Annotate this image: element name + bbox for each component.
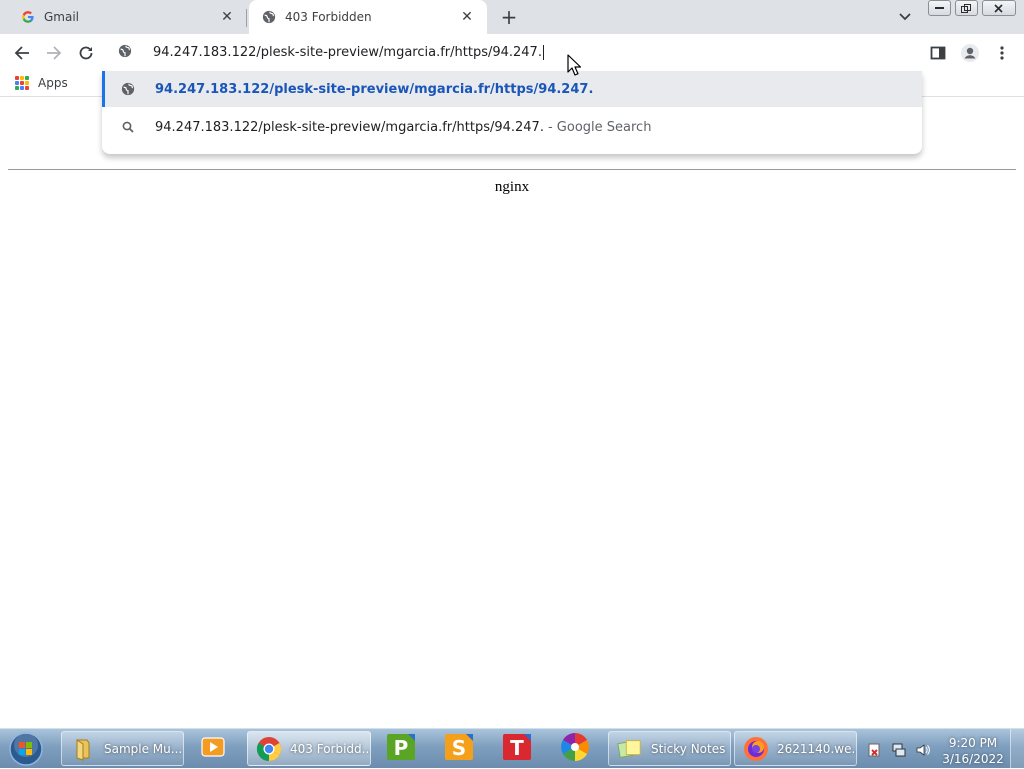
taskbar-item-media-player[interactable]: [186, 731, 240, 766]
taskbar-item-firefox[interactable]: 2621140.we...: [734, 731, 857, 766]
text-caret: [542, 44, 544, 60]
clock-time: 9:20 PM: [948, 736, 998, 750]
side-panel-icon: [930, 46, 946, 60]
suggestion-search[interactable]: 94.247.183.122/plesk-site-preview/mgarci…: [102, 109, 922, 145]
taskbar-item-text-editor[interactable]: T: [490, 731, 544, 766]
taskbar-item-publisher[interactable]: P: [374, 731, 428, 766]
avatar-icon: [961, 44, 979, 62]
address-text: 94.247.183.122/plesk-site-preview/mgarci…: [153, 44, 542, 60]
mouse-cursor-icon: [567, 54, 581, 76]
system-tray: 9:20 PM 3/16/2022: [860, 731, 1020, 767]
suggestion-text: 94.247.183.122/plesk-site-preview/mgarci…: [155, 81, 594, 97]
clock-date: 3/16/2022: [942, 752, 1004, 766]
kebab-menu-icon: [1000, 46, 1004, 60]
profile-button[interactable]: [957, 40, 983, 66]
taskbar-item-spreadsheet[interactable]: S: [432, 731, 486, 766]
reload-icon: [79, 46, 93, 60]
svg-text:S: S: [452, 736, 466, 760]
address-input[interactable]: 94.247.183.122/plesk-site-preview/mgarci…: [153, 44, 544, 60]
folder-icon: [70, 736, 96, 762]
taskbar-item-label: 2621140.we...: [777, 741, 857, 756]
window-controls: [928, 0, 1020, 18]
media-player-icon: [200, 735, 226, 763]
sticky-notes-icon: [617, 736, 643, 762]
tab-gmail[interactable]: Gmail ✕: [0, 0, 247, 34]
taskbar-item-folder[interactable]: Sample Mu...: [61, 731, 184, 766]
apps-grid-icon: [15, 76, 29, 90]
taskbar-item-chrome[interactable]: 403 Forbidd...: [247, 731, 371, 766]
svg-text:P: P: [394, 736, 409, 760]
server-signature: nginx: [494, 179, 530, 195]
taskbar-item-label: Sample Mu...: [104, 741, 183, 756]
show-desktop-button[interactable]: [1010, 729, 1024, 769]
windows-orb-icon: [9, 732, 43, 766]
side-panel-button[interactable]: [925, 40, 951, 66]
page-content: nginx: [0, 98, 1024, 728]
tab-title: Gmail: [44, 10, 80, 24]
close-icon[interactable]: ✕: [457, 7, 477, 27]
search-icon: [120, 119, 136, 135]
menu-button[interactable]: [989, 40, 1015, 66]
browser-toolbar: 94.247.183.122/plesk-site-preview/mgarci…: [0, 34, 1024, 71]
suggestion-url[interactable]: 94.247.183.122/plesk-site-preview/mgarci…: [102, 71, 922, 107]
globe-icon: [120, 81, 136, 97]
horizontal-rule: [8, 169, 1016, 170]
apps-label: Apps: [38, 76, 68, 90]
address-bar[interactable]: 94.247.183.122/plesk-site-preview/mgarci…: [103, 34, 921, 70]
taskbar-item-label: 403 Forbidd...: [290, 741, 371, 756]
window-close-button[interactable]: [981, 0, 1016, 16]
chevron-down-icon[interactable]: [895, 7, 915, 27]
suggestion-suffix: - Google Search: [547, 119, 652, 135]
network-icon[interactable]: [892, 743, 906, 757]
volume-icon[interactable]: [916, 743, 930, 757]
arrow-right-icon: [47, 46, 62, 60]
taskbar-item-pinwheel[interactable]: [548, 731, 602, 766]
omnibox-suggestions: 94.247.183.122/plesk-site-preview/mgarci…: [102, 71, 922, 154]
sheets-icon: S: [444, 733, 474, 765]
clock[interactable]: 9:20 PM 3/16/2022: [940, 735, 1006, 767]
pinwheel-icon: [560, 732, 590, 766]
firefox-icon: [743, 736, 769, 762]
tab-title: 403 Forbidden: [285, 10, 372, 24]
back-button[interactable]: [9, 40, 35, 66]
new-tab-button[interactable]: +: [498, 5, 520, 29]
apps-bookmark[interactable]: Apps: [15, 76, 68, 90]
tab-separator: [246, 9, 247, 27]
close-icon[interactable]: ✕: [217, 7, 237, 27]
suggestion-text: 94.247.183.122/plesk-site-preview/mgarci…: [155, 119, 544, 135]
chrome-icon: [256, 736, 282, 762]
taskbar-item-label: Sticky Notes: [651, 741, 726, 756]
globe-icon: [261, 9, 277, 25]
google-g-icon: [20, 9, 36, 25]
start-button[interactable]: [6, 732, 46, 766]
taskbar: Sample Mu... 403 Forbidd... P S T Sticky…: [0, 728, 1024, 769]
text-editor-icon: T: [502, 733, 532, 765]
tab-403-forbidden[interactable]: 403 Forbidden ✕: [249, 0, 487, 34]
globe-icon: [118, 44, 134, 60]
tab-strip: Gmail ✕ 403 Forbidden ✕ +: [0, 0, 1024, 34]
action-center-icon[interactable]: [867, 743, 881, 757]
arrow-left-icon: [14, 46, 29, 60]
taskbar-item-sticky-notes[interactable]: Sticky Notes: [608, 731, 731, 766]
forward-button[interactable]: [41, 40, 67, 66]
svg-text:T: T: [510, 736, 524, 760]
restore-button[interactable]: [954, 0, 978, 16]
reload-button[interactable]: [73, 40, 99, 66]
minimize-button[interactable]: [928, 0, 951, 16]
publisher-icon: P: [386, 733, 416, 765]
